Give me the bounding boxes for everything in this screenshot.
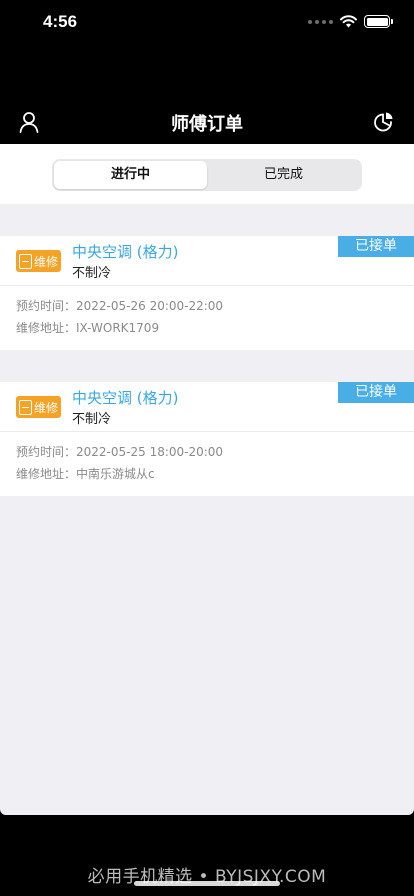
repair-icon: [19, 399, 32, 415]
segment-in-progress[interactable]: 进行中: [54, 161, 207, 189]
type-badge: 维修: [16, 250, 61, 272]
status-badge: 已接单: [338, 382, 414, 403]
order-card-details: 预约时间：2022-05-26 20:00-22:00 维修地址：IX-WORK…: [0, 286, 414, 339]
repair-address-label: 维修地址：: [16, 467, 77, 481]
order-problem: 不制冷: [72, 266, 112, 281]
repair-icon: [19, 253, 32, 269]
appointment-time-label: 预约时间：: [16, 445, 77, 459]
order-card[interactable]: 维修 中央空调 (格力) 不制冷 已接单 预约时间：2022-05-26 20:…: [0, 236, 414, 350]
type-badge: 维修: [16, 396, 61, 418]
order-list-content: 进行中 已完成 维修 中央空调 (格力) 不制冷 已接单 预约时间：2022-0…: [0, 144, 414, 815]
repair-address-label: 维修地址：: [16, 321, 77, 335]
pie-chart-icon[interactable]: [372, 111, 394, 133]
battery-icon: [364, 15, 393, 28]
type-badge-label: 维修: [34, 254, 59, 269]
appointment-time-label: 预约时间：: [16, 299, 77, 313]
appointment-time-row: 预约时间：2022-05-26 20:00-22:00: [16, 295, 398, 317]
status-icons: [308, 15, 393, 28]
nav-bar: 师傅订单: [0, 100, 414, 144]
appointment-time-row: 预约时间：2022-05-25 18:00-20:00: [16, 441, 398, 463]
order-title: 中央空调 (格力): [72, 389, 179, 407]
status-badge: 已接单: [338, 236, 414, 257]
status-time: 4:56: [43, 12, 78, 31]
appointment-time-value: 2022-05-25 18:00-20:00: [76, 445, 224, 459]
repair-address-row: 维修地址：中南乐游城从c: [16, 463, 398, 485]
repair-address-value: IX-WORK1709: [76, 321, 160, 335]
order-title: 中央空调 (格力): [72, 243, 179, 261]
status-bar: 4:56: [0, 0, 414, 48]
wifi-icon: [340, 15, 357, 28]
order-card-details: 预约时间：2022-05-25 18:00-20:00 维修地址：中南乐游城从c: [0, 432, 414, 485]
type-badge-label: 维修: [34, 400, 59, 415]
order-card-header: 维修 中央空调 (格力) 不制冷 已接单: [0, 236, 414, 286]
home-indicator[interactable]: [134, 881, 280, 886]
appointment-time-value: 2022-05-26 20:00-22:00: [76, 299, 224, 313]
segment-completed[interactable]: 已完成: [207, 161, 360, 189]
order-problem: 不制冷: [72, 412, 112, 427]
status-segmented-control: 进行中 已完成: [52, 159, 362, 191]
order-card[interactable]: 维修 中央空调 (格力) 不制冷 已接单 预约时间：2022-05-25 18:…: [0, 382, 414, 496]
repair-address-row: 维修地址：IX-WORK1709: [16, 317, 398, 339]
segment-container: 进行中 已完成: [0, 144, 414, 204]
signal-icon: [308, 19, 333, 24]
order-card-header: 维修 中央空调 (格力) 不制冷 已接单: [0, 382, 414, 432]
page-title: 师傅订单: [171, 114, 243, 135]
repair-address-value: 中南乐游城从c: [76, 467, 155, 481]
